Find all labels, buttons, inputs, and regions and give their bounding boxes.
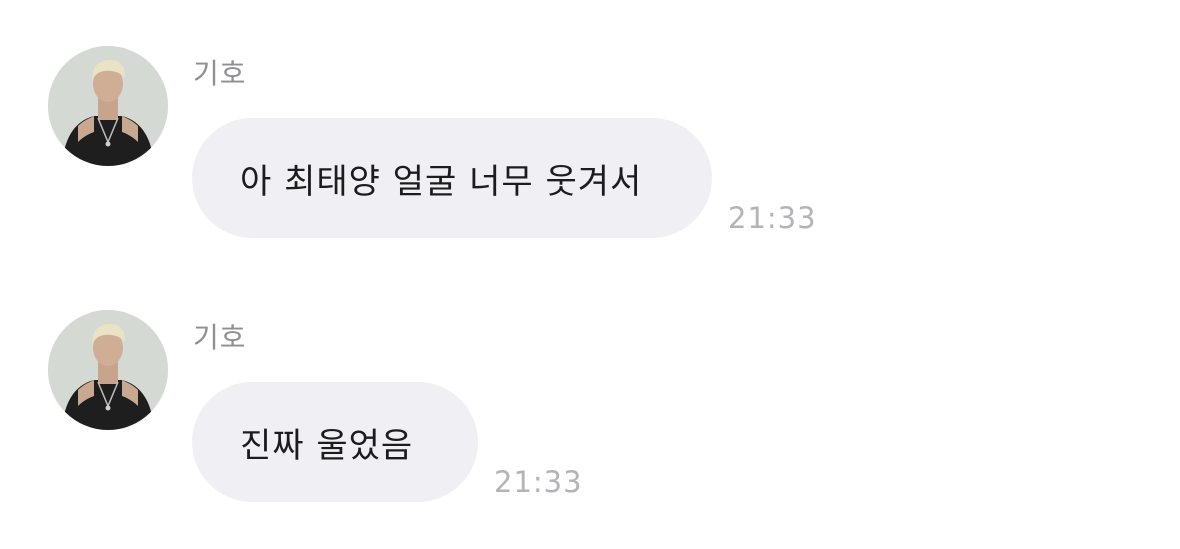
avatar[interactable] xyxy=(48,46,168,166)
avatar-photo xyxy=(48,310,168,430)
avatar[interactable] xyxy=(48,310,168,430)
sender-name: 기호 xyxy=(193,321,247,354)
message-text: 진짜 울었음 xyxy=(240,425,414,466)
avatar-photo xyxy=(48,46,168,166)
sender-name: 기호 xyxy=(193,57,247,90)
message-text: 아 최태양 얼굴 너무 웃겨서 xyxy=(240,161,643,202)
message-bubble[interactable]: 진짜 울었음 xyxy=(192,382,478,502)
message-timestamp: 21:33 xyxy=(494,465,583,499)
message-bubble[interactable]: 아 최태양 얼굴 너무 웃겨서 xyxy=(192,118,712,238)
message-timestamp: 21:33 xyxy=(728,201,817,235)
